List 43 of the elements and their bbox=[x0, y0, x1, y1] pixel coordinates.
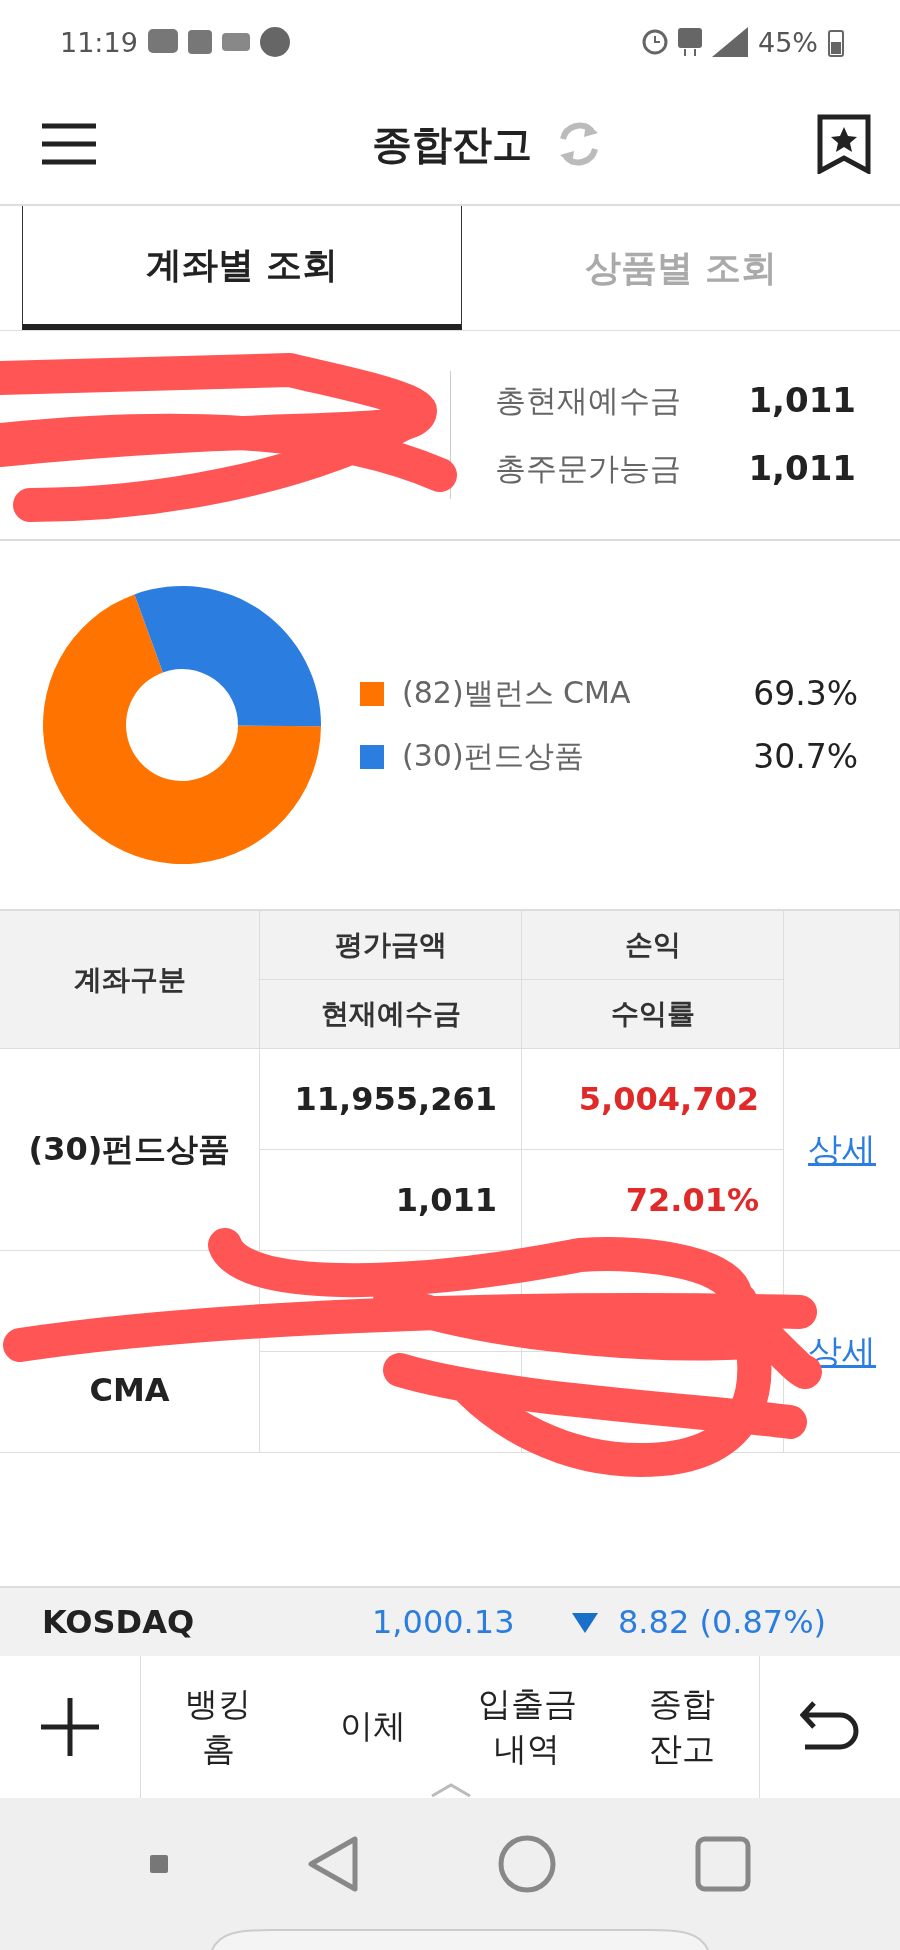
index-price: 1,000.13 bbox=[372, 1602, 516, 1641]
back-icon[interactable] bbox=[306, 1834, 359, 1893]
legend-label: (30)펀드상품 bbox=[402, 737, 585, 775]
status-time: 11:19 bbox=[60, 26, 138, 58]
down-triangle-icon bbox=[572, 1612, 598, 1633]
column-header: 평가금액 bbox=[260, 911, 522, 980]
detail-link[interactable]: 상세 bbox=[808, 1328, 876, 1375]
network-icon bbox=[678, 28, 702, 56]
page-title: 종합잔고 bbox=[372, 119, 532, 169]
legend-percent: 69.3% bbox=[753, 674, 858, 713]
detail-link[interactable]: 상세 bbox=[808, 1126, 876, 1173]
summary-value: 1,011 bbox=[748, 448, 856, 490]
notification-icon bbox=[187, 30, 212, 54]
notification-icon bbox=[147, 29, 178, 55]
home-icon[interactable] bbox=[497, 1834, 556, 1893]
notification-icon bbox=[221, 33, 250, 51]
column-header: 손익 bbox=[522, 911, 784, 980]
summary-label: 총현재예수금 bbox=[495, 381, 681, 420]
recents-icon[interactable] bbox=[694, 1835, 751, 1892]
plus-icon bbox=[41, 1697, 99, 1756]
menu-icon[interactable] bbox=[40, 122, 98, 166]
signal-icon bbox=[712, 27, 748, 57]
account-name: CMA bbox=[0, 1251, 260, 1453]
valuation-amount: 11,955,261 bbox=[260, 1049, 522, 1150]
column-header: 계좌구분 bbox=[0, 911, 260, 1049]
battery-icon bbox=[828, 27, 844, 57]
notification-icon bbox=[259, 27, 290, 57]
battery-percent: 45% bbox=[758, 26, 818, 58]
account-name: (30)펀드상품 bbox=[0, 1049, 260, 1251]
bookmark-star-icon[interactable] bbox=[816, 114, 872, 174]
summary-label: 총주문가능금 bbox=[495, 449, 681, 488]
index-name: KOSDAQ bbox=[42, 1602, 196, 1641]
deposit-amount: 1,011 bbox=[260, 1150, 522, 1251]
summary-value: 1,011 bbox=[748, 380, 856, 422]
tab[interactable]: 계좌별 조회 bbox=[22, 206, 462, 330]
legend-label: (82)밸런스 CMA bbox=[402, 674, 632, 712]
profit-amount: 5,004,702 bbox=[522, 1049, 784, 1150]
column-header: 현재예수금 bbox=[260, 980, 522, 1049]
index-change: 8.82 (0.87%) bbox=[618, 1602, 827, 1641]
alarm-clock-icon bbox=[642, 29, 668, 55]
legend-percent: 30.7% bbox=[753, 737, 858, 776]
column-header: 수익률 bbox=[522, 980, 784, 1049]
return-rate: 72.01% bbox=[522, 1150, 784, 1251]
